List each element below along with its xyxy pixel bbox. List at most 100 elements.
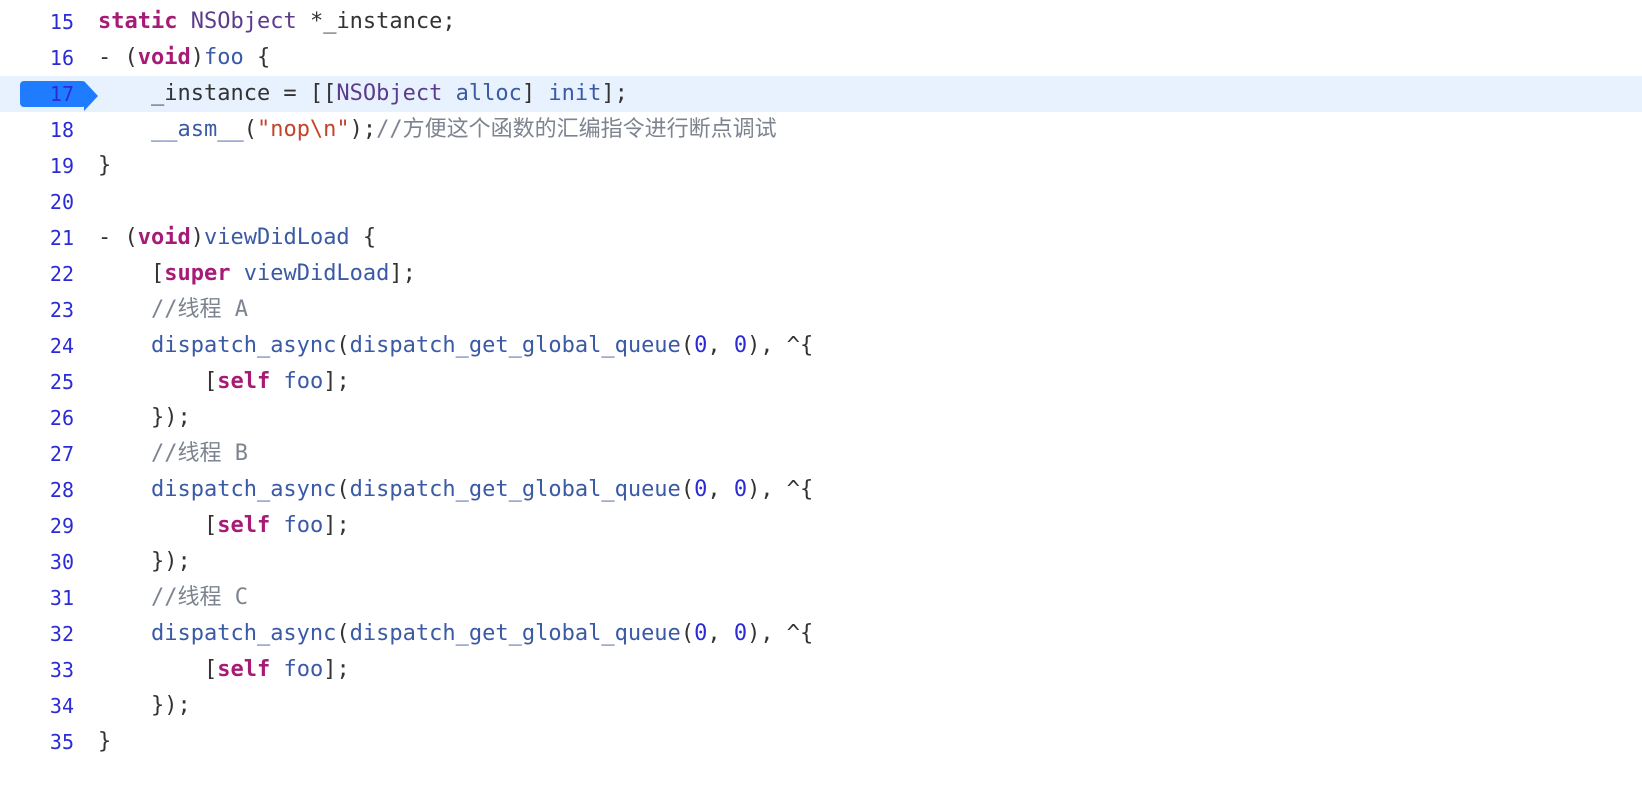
code-content[interactable]: dispatch_async (dispatch_get_global_queue… [90, 616, 1642, 651]
token-plain: [ [98, 261, 164, 286]
token-type: NSObject [336, 81, 442, 106]
code-content[interactable]: - (void)viewDidLoad { [90, 220, 1642, 255]
code-content[interactable]: //线程 A [90, 292, 1642, 327]
token-cmt: //线程 A [151, 297, 248, 322]
token-plain [98, 117, 151, 142]
token-plain: ]; [389, 261, 416, 286]
line-number: 22 [50, 262, 74, 286]
code-line[interactable]: 19} [0, 148, 1642, 184]
line-number: 35 [50, 730, 74, 754]
line-number-gutter[interactable]: 19 [0, 150, 90, 182]
token-plain [98, 333, 151, 358]
code-content[interactable]: } [90, 724, 1642, 759]
line-number-gutter[interactable]: 22 [0, 258, 90, 290]
token-func: dispatch_get_global_queue [350, 621, 681, 646]
token-plain: ( [681, 621, 694, 646]
token-num: 0 [734, 477, 747, 502]
token-plain: { [244, 45, 271, 70]
code-content[interactable]: } [90, 148, 1642, 183]
code-content[interactable]: static NSObject *_instance; [90, 4, 1642, 39]
code-line[interactable]: 30 }); [0, 544, 1642, 580]
code-content[interactable]: [super viewDidLoad]; [90, 256, 1642, 291]
code-line[interactable]: 23 //线程 A [0, 292, 1642, 328]
token-func: alloc [456, 81, 522, 106]
code-line[interactable]: 24 dispatch_async(dispatch_get_global_qu… [0, 328, 1642, 364]
code-line[interactable]: 15 static NSObject *_instance; [0, 4, 1642, 40]
line-number-gutter[interactable]: 15 [0, 6, 90, 38]
line-number-gutter[interactable]: 18 [0, 114, 90, 146]
code-line[interactable]: 33 [self foo]; [0, 652, 1642, 688]
line-number: 21 [50, 226, 74, 250]
token-plain [98, 585, 151, 610]
line-number-gutter[interactable]: 27 [0, 438, 90, 470]
code-content[interactable]: dispatch_async(dispatch_get_global_queue… [90, 328, 1642, 363]
token-plain: ( [244, 117, 257, 142]
code-line[interactable]: 34 }); [0, 688, 1642, 724]
line-number-gutter[interactable]: 20 [0, 186, 90, 218]
code-content[interactable]: - (void)foo { [90, 40, 1642, 75]
line-number-gutter[interactable]: 33 [0, 654, 90, 686]
line-number-gutter[interactable]: 16 [0, 42, 90, 74]
token-plain: - ( [98, 225, 138, 250]
code-content[interactable]: [self foo]; [90, 652, 1642, 687]
code-line[interactable]: 17 _instance = [[NSObject alloc] init]; [0, 76, 1642, 112]
code-content[interactable]: dispatch_async(dispatch_get_global_queue… [90, 472, 1642, 507]
code-content[interactable]: [self foo]; [90, 364, 1642, 399]
code-content[interactable]: __asm__("nop\n");//方便这个函数的汇编指令进行断点调试 [90, 112, 1642, 147]
code-line[interactable]: 18 __asm__("nop\n");//方便这个函数的汇编指令进行断点调试 [0, 112, 1642, 148]
line-number-gutter[interactable]: 28 [0, 474, 90, 506]
line-number-gutter[interactable]: 32 [0, 618, 90, 650]
token-func: init [548, 81, 601, 106]
code-line[interactable]: 27 //线程 B [0, 436, 1642, 472]
token-func: dispatch_get_global_queue [350, 477, 681, 502]
code-line[interactable]: 26 }); [0, 400, 1642, 436]
token-kw: static [98, 9, 177, 34]
token-func: foo [283, 513, 323, 538]
code-content[interactable]: }); [90, 400, 1642, 435]
code-line[interactable]: 16- (void)foo { [0, 40, 1642, 76]
code-line[interactable]: 22 [super viewDidLoad]; [0, 256, 1642, 292]
code-line[interactable]: 28 dispatch_async(dispatch_get_global_qu… [0, 472, 1642, 508]
token-num: 0 [694, 477, 707, 502]
code-content[interactable]: }); [90, 688, 1642, 723]
token-plain: ( [681, 477, 694, 502]
code-line[interactable]: 21 - (void)viewDidLoad { [0, 220, 1642, 256]
token-func: dispatch_async [151, 621, 336, 646]
token-plain: } [98, 729, 111, 754]
line-number: 34 [50, 694, 74, 718]
token-plain: ]; [323, 369, 350, 394]
line-number-gutter[interactable]: 23 [0, 294, 90, 326]
line-number-gutter[interactable]: 31 [0, 582, 90, 614]
code-content[interactable]: //线程 C [90, 580, 1642, 615]
code-line[interactable]: 20 [0, 184, 1642, 220]
line-number: 25 [50, 370, 74, 394]
line-number-gutter[interactable]: 25 [0, 366, 90, 398]
breakpoint-gutter[interactable]: 17 [0, 78, 90, 110]
code-content[interactable]: //线程 B [90, 436, 1642, 471]
line-number: 32 [50, 622, 74, 646]
token-plain [230, 261, 243, 286]
line-number-gutter[interactable]: 26 [0, 402, 90, 434]
code-line[interactable]: 35} [0, 724, 1642, 760]
code-line[interactable]: 32 dispatch_async (dispatch_get_global_qu… [0, 616, 1642, 652]
line-number: 23 [50, 298, 74, 322]
code-line[interactable]: 25 [self foo]; [0, 364, 1642, 400]
token-plain [270, 369, 283, 394]
code-content[interactable]: }); [90, 544, 1642, 579]
line-number: 17 [50, 82, 74, 106]
code-content[interactable]: _instance = [[NSObject alloc] init]; [90, 76, 1642, 111]
line-number: 15 [50, 10, 74, 34]
code-editor[interactable]: 15 static NSObject *_instance;16- (void)f… [0, 0, 1642, 760]
code-line[interactable]: 29 [self foo]; [0, 508, 1642, 544]
line-number-gutter[interactable]: 30 [0, 546, 90, 578]
code-line[interactable]: 31 //线程 C [0, 580, 1642, 616]
line-number-gutter[interactable]: 29 [0, 510, 90, 542]
token-cmt: //线程 C [151, 585, 248, 610]
line-number-gutter[interactable]: 21 [0, 222, 90, 254]
token-plain [98, 477, 151, 502]
line-number: 18 [50, 118, 74, 142]
code-content[interactable]: [self foo]; [90, 508, 1642, 543]
line-number-gutter[interactable]: 34 [0, 690, 90, 722]
line-number-gutter[interactable]: 35 [0, 726, 90, 758]
line-number-gutter[interactable]: 24 [0, 330, 90, 362]
